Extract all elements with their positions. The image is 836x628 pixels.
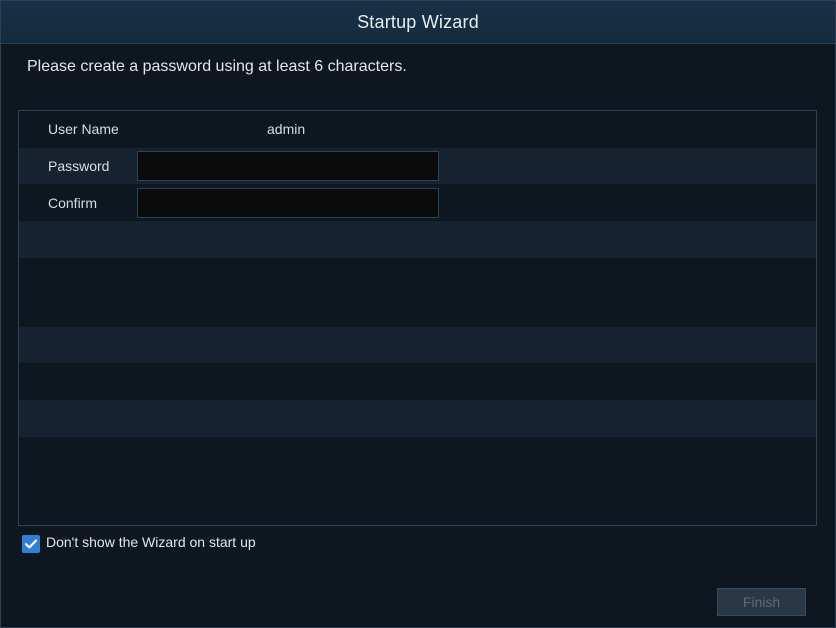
confirm-label: Confirm: [48, 194, 98, 211]
empty-row: [19, 258, 816, 327]
confirm-password-input[interactable]: [137, 187, 439, 218]
username-row: User Name admin: [19, 111, 816, 148]
password-row: Password: [19, 147, 816, 185]
check-icon: [24, 539, 38, 549]
startup-wizard-window: Startup Wizard Please create a password …: [0, 0, 836, 628]
confirm-row: Confirm: [19, 184, 816, 221]
password-input[interactable]: [137, 151, 439, 182]
instruction-text: Please create a password using at least …: [27, 58, 407, 75]
dont-show-wizard-checkbox[interactable]: [22, 535, 40, 553]
dont-show-wizard-label[interactable]: Don't show the Wizard on start up: [46, 534, 256, 550]
empty-row: [19, 221, 816, 258]
username-label: User Name: [48, 121, 119, 138]
empty-row: [19, 363, 816, 400]
finish-button[interactable]: Finish: [717, 588, 806, 616]
dont-show-wizard-option: Don't show the Wizard on start up: [22, 534, 256, 553]
window-title: Startup Wizard: [357, 11, 479, 32]
title-bar: Startup Wizard: [1, 1, 835, 44]
username-value: admin: [267, 121, 306, 138]
password-form: User Name admin Password Confirm: [18, 110, 817, 526]
password-label: Password: [48, 158, 110, 175]
empty-row: [19, 326, 816, 364]
empty-row: [19, 400, 816, 437]
